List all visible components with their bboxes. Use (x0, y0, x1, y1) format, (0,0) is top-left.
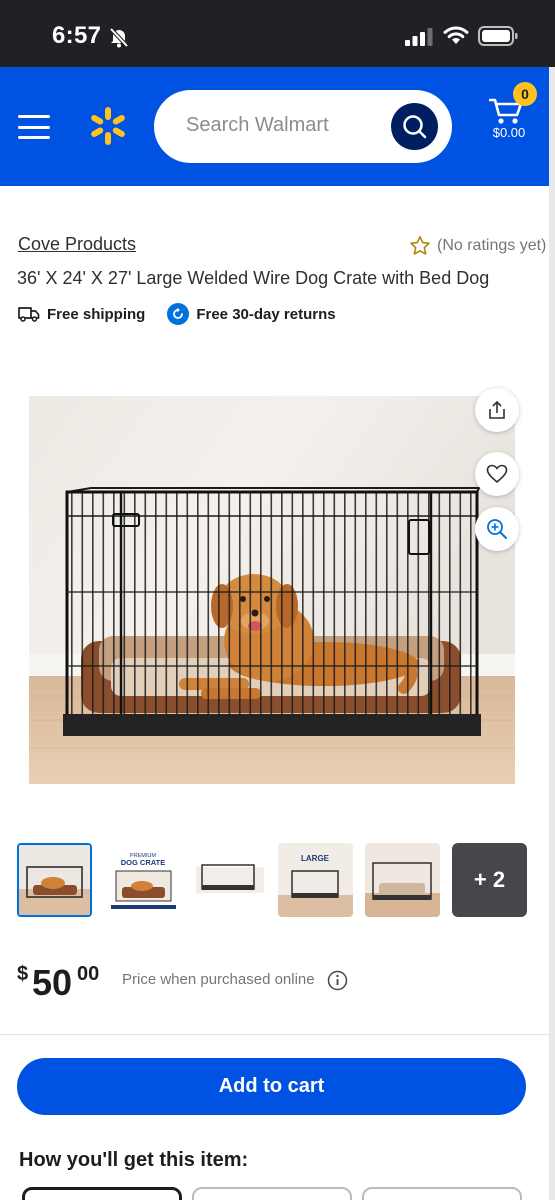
wire-crate (63, 487, 481, 736)
product-main-image[interactable] (29, 396, 515, 784)
search-button[interactable] (391, 103, 438, 150)
thumbnail-2[interactable]: PREMIUM DOG CRATE (106, 843, 181, 917)
info-icon[interactable] (327, 970, 348, 991)
share-icon (489, 400, 505, 419)
fulfillment-option-1[interactable] (22, 1187, 182, 1200)
cart-count-badge: 0 (513, 82, 537, 106)
thumb-2-dog-crate-text: DOG CRATE (121, 858, 165, 867)
bell-muted-icon (109, 27, 129, 48)
status-time: 6:57 (52, 22, 102, 49)
dog-crate-photo (29, 396, 515, 784)
zoom-button[interactable] (475, 507, 519, 551)
price-currency: $ (17, 963, 29, 985)
free-shipping-badge: Free shipping (18, 306, 145, 323)
brand-link[interactable]: Cove Products (18, 234, 136, 255)
search-icon (403, 115, 427, 139)
free-returns-text: Free 30-day returns (196, 305, 336, 323)
cart-total: $0.00 (492, 125, 526, 140)
share-button[interactable] (475, 388, 519, 432)
rating-text: (No ratings yet) (437, 237, 547, 254)
hamburger-menu-icon[interactable] (18, 115, 50, 139)
thumbnail-3[interactable] (192, 843, 267, 917)
scrollbar-track (549, 67, 555, 1200)
status-bar: 6:57 (0, 0, 555, 67)
price-dollars: 50 (32, 962, 73, 1003)
section-divider (0, 1034, 549, 1035)
thumbnail-4[interactable]: LARGE (278, 843, 353, 917)
thumbnail-5[interactable] (365, 843, 440, 917)
walmart-spark-logo[interactable] (88, 106, 128, 146)
search-input[interactable] (186, 114, 386, 137)
fulfillment-option-2[interactable] (192, 1187, 352, 1200)
site-header: 0 $0.00 (0, 67, 549, 186)
fulfillment-option-3[interactable] (362, 1187, 522, 1200)
price-cents: 00 (77, 963, 100, 985)
truck-icon (18, 307, 40, 322)
zoom-in-icon (487, 519, 507, 539)
battery-icon (478, 26, 518, 46)
cart-button[interactable]: 0 $0.00 (486, 82, 537, 149)
product-title: 36' X 24' X 27' Large Welded Wire Dog Cr… (17, 268, 490, 288)
heart-icon (486, 464, 508, 483)
fulfillment-heading: How you'll get this item: (19, 1149, 249, 1171)
cell-signal-icon (405, 28, 433, 46)
returns-icon (167, 303, 190, 325)
thumbnail-strip: PREMIUM DOG CRATE LARGE + 2 (17, 843, 527, 917)
add-to-cart-button[interactable]: Add to cart (17, 1058, 526, 1115)
fulfillment-badges: Free shipping Free 30-day returns (18, 303, 336, 325)
price-note: Price when purchased online (122, 971, 315, 988)
free-returns-badge: Free 30-day returns (167, 303, 336, 325)
more-thumbnails-button[interactable]: + 2 (452, 843, 527, 917)
favorite-button[interactable] (475, 452, 519, 496)
search-box (154, 90, 452, 163)
wifi-icon (443, 26, 469, 44)
rating-summary[interactable]: (No ratings yet) (409, 234, 546, 258)
free-shipping-text: Free shipping (47, 305, 146, 323)
thumbnail-1[interactable] (17, 843, 92, 917)
thumb-4-large-text: LARGE (301, 854, 330, 863)
star-outline-icon (410, 236, 430, 255)
